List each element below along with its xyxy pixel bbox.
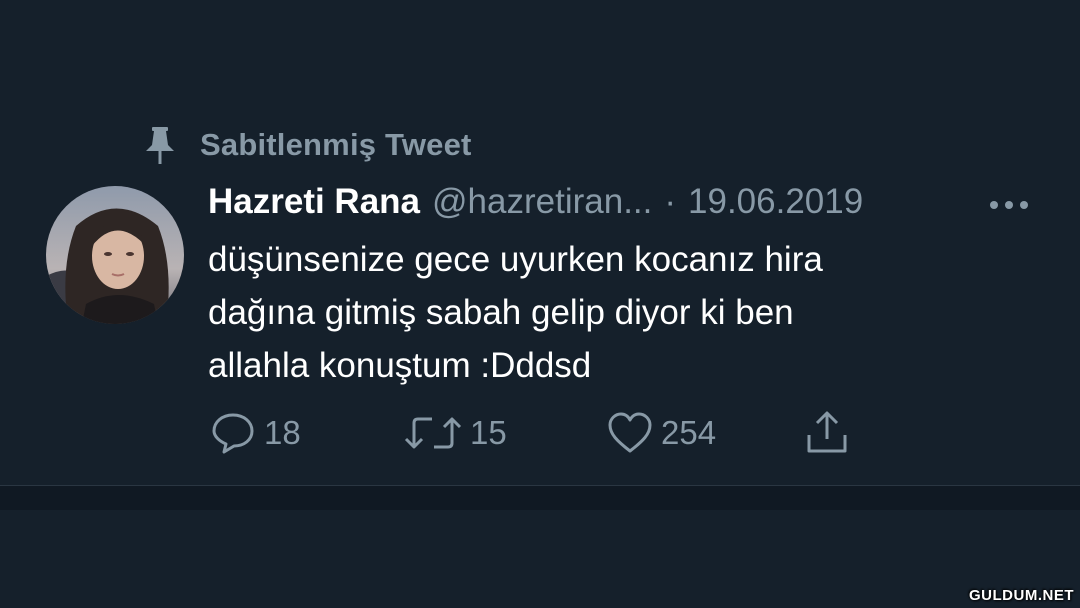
reply-icon [212, 413, 254, 454]
pinned-label: Sabitlenmiş Tweet [200, 127, 472, 162]
tweet-text-line: allahla konuştum :Dddsd [208, 346, 592, 385]
pinned-indicator: Sabitlenmiş Tweet [142, 124, 472, 166]
tweet-text-line: dağına gitmiş sabah gelip diyor ki ben [208, 293, 794, 332]
retweet-icon [404, 417, 462, 449]
avatar-image [46, 186, 184, 324]
pinned-tweet[interactable]: Sabitlenmiş Tweet Hazreti Rana @hazretir… [0, 0, 1080, 486]
like-count: 254 [661, 414, 717, 451]
user-handle[interactable]: @hazretiran... [432, 182, 652, 222]
more-options-button[interactable] [984, 190, 1034, 220]
tweet-text: düşünsenize gece uyurken kocanız hira da… [208, 233, 988, 392]
more-icon [990, 201, 1028, 209]
tweet-date[interactable]: 19.06.2019 [688, 182, 863, 222]
avatar[interactable] [46, 186, 184, 324]
retweet-count: 15 [470, 414, 507, 451]
share-button[interactable] [804, 406, 850, 460]
reply-button[interactable]: 18 [210, 406, 301, 460]
tweet-actions: 18 15 254 [0, 406, 1080, 460]
screen: Sabitlenmiş Tweet Hazreti Rana @hazretir… [0, 0, 1080, 608]
tweet-header: Hazreti Rana @hazretiran... · 19.06.2019 [208, 182, 863, 222]
watermark: GULDUM.NET [969, 587, 1074, 604]
like-button[interactable]: 254 [607, 406, 716, 460]
reply-count: 18 [264, 414, 301, 451]
retweet-button[interactable]: 15 [404, 406, 507, 460]
share-icon [807, 411, 847, 453]
heart-icon [608, 412, 652, 453]
display-name[interactable]: Hazreti Rana [208, 182, 420, 222]
timeline-separator [0, 486, 1080, 510]
header-separator: · [664, 182, 677, 221]
pin-icon [146, 127, 174, 164]
tweet-text-line: düşünsenize gece uyurken kocanız hira [208, 240, 823, 279]
